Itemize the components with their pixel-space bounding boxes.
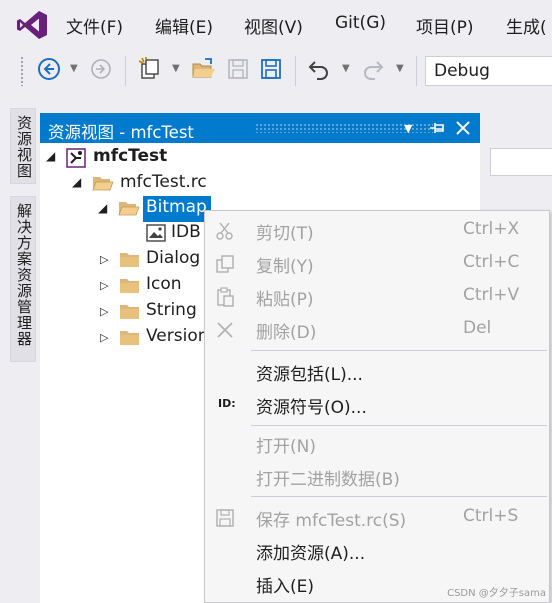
menu-item-cut[interactable]: 剪切(T) Ctrl+X <box>205 215 549 247</box>
expand-icon-folder-icon[interactable]: ▷ <box>100 279 108 292</box>
paste-icon <box>215 287 235 307</box>
menu-item-shortcut: Ctrl+S <box>463 506 519 526</box>
menu-item-label: 添加资源(A)... <box>256 544 366 564</box>
navigate-forward-icon[interactable] <box>88 56 114 82</box>
editor-tab[interactable] <box>490 148 552 176</box>
expand-string-icon[interactable]: ▷ <box>100 305 108 318</box>
redo-icon[interactable] <box>360 56 386 82</box>
bitmap-image-icon <box>146 223 166 243</box>
menu-item-open[interactable]: 打开(N) <box>205 428 549 460</box>
menu-item-label: 打开二进制数据(B) <box>256 470 400 490</box>
menu-item-label: 保存 mfcTest.rc(S) <box>256 511 407 531</box>
navigate-back-icon[interactable] <box>36 56 62 82</box>
id-icon: ID: <box>218 397 236 410</box>
new-dropdown-icon[interactable]: ▼ <box>172 63 180 74</box>
open-folder-icon <box>118 198 140 218</box>
context-menu: 剪切(T) Ctrl+X 复制(Y) Ctrl+C 粘贴(P) Ctrl+V 删… <box>204 210 550 603</box>
menu-item-shortcut: Del <box>463 318 492 338</box>
folder-icon <box>119 276 141 296</box>
menu-item-add-resource[interactable]: 添加资源(A)... <box>205 535 549 567</box>
expand-dialog-icon[interactable]: ▷ <box>100 253 108 266</box>
open-folder-icon <box>92 173 114 193</box>
menu-view[interactable]: 视图(V) <box>244 13 303 38</box>
menu-git[interactable]: Git(G) <box>335 13 386 33</box>
undo-icon[interactable] <box>306 56 332 82</box>
tree-folder-icon[interactable]: Icon <box>146 274 182 294</box>
resource-view-title-bar[interactable]: 资源视图 - mfcTest ▼ <box>40 113 480 143</box>
menu-item-resource-includes[interactable]: 资源包括(L)... <box>205 356 549 388</box>
menu-item-shortcut: Ctrl+X <box>463 219 520 239</box>
menu-item-save[interactable]: 保存 mfcTest.rc(S) Ctrl+S <box>205 502 549 534</box>
menu-item-label: 剪切(T) <box>256 224 314 244</box>
folder-icon <box>119 302 141 322</box>
collapse-root-icon[interactable]: ◢ <box>46 149 55 163</box>
menu-project[interactable]: 项目(P) <box>416 13 474 38</box>
menu-item-copy[interactable]: 复制(Y) Ctrl+C <box>205 248 549 280</box>
menu-item-shortcut: Ctrl+C <box>463 252 520 272</box>
menu-item-delete[interactable]: 删除(D) Del <box>205 314 549 346</box>
tree-root-label[interactable]: mfcTest <box>93 146 167 166</box>
project-icon <box>66 148 86 168</box>
menu-item-label: 打开(N) <box>256 437 316 457</box>
menu-item-shortcut: Ctrl+V <box>463 285 520 305</box>
toolbar-separator <box>416 56 417 86</box>
tree-bitmap-folder-selected[interactable]: Bitmap <box>143 196 211 222</box>
menu-item-label: 删除(D) <box>256 323 317 343</box>
save-icon <box>215 508 235 528</box>
save-all-icon[interactable] <box>258 56 284 82</box>
scissors-icon <box>215 221 235 241</box>
menu-item-paste[interactable]: 粘贴(P) Ctrl+V <box>205 281 549 313</box>
save-disabled-icon[interactable] <box>225 56 251 82</box>
panel-title: 资源视图 - mfcTest <box>48 123 194 142</box>
side-tab-resource-view[interactable]: 资源视图 <box>10 108 36 184</box>
menu-separator <box>251 425 547 426</box>
toolbar-separator <box>295 56 296 86</box>
toolbar-grip[interactable] <box>20 56 24 86</box>
folder-icon <box>119 328 141 348</box>
window-position-dropdown-icon[interactable]: ▼ <box>404 122 412 135</box>
menu-edit[interactable]: 编辑(E) <box>155 13 213 38</box>
new-project-icon[interactable] <box>137 56 163 82</box>
menu-item-label: 资源包括(L)... <box>256 365 363 385</box>
menu-file[interactable]: 文件(F) <box>66 13 123 38</box>
redo-dropdown-icon[interactable]: ▼ <box>396 63 404 74</box>
expand-version-icon[interactable]: ▷ <box>100 331 108 344</box>
menu-item-label: 复制(Y) <box>256 257 314 277</box>
menu-separator <box>251 350 547 351</box>
visual-studio-logo-icon[interactable] <box>16 10 48 40</box>
menu-build[interactable]: 生成( <box>506 13 547 38</box>
tree-rc-file-label[interactable]: mfcTest.rc <box>120 172 207 192</box>
tree-folder-string[interactable]: String <box>146 300 197 320</box>
menu-item-label: 插入(E) <box>256 577 315 597</box>
toolbar-separator <box>125 56 126 86</box>
back-dropdown-icon[interactable]: ▼ <box>70 63 78 74</box>
tree-folder-dialog[interactable]: Dialog <box>146 248 200 268</box>
collapse-rc-icon[interactable]: ◢ <box>72 175 81 189</box>
folder-icon <box>119 250 141 270</box>
side-tab-solution-explorer[interactable]: 解决方案资源管理器 <box>10 196 36 362</box>
copy-icon <box>215 254 235 274</box>
solution-configuration-select[interactable]: Debug <box>425 56 552 86</box>
tree-folder-version[interactable]: Version <box>146 326 209 346</box>
menu-separator <box>251 496 547 497</box>
menu-item-label: 粘贴(P) <box>256 290 314 310</box>
watermark: CSDN @夕夕子sama <box>447 588 546 599</box>
open-folder-icon[interactable] <box>191 56 217 82</box>
delete-x-icon <box>215 320 235 340</box>
tree-bitmap-item-label[interactable]: IDB <box>171 222 201 242</box>
collapse-bitmap-icon[interactable]: ◢ <box>98 201 107 215</box>
menu-item-resource-symbols[interactable]: ID: 资源符号(O)... <box>205 389 549 421</box>
undo-dropdown-icon[interactable]: ▼ <box>342 63 350 74</box>
close-icon[interactable] <box>454 119 472 137</box>
menu-bar: 文件(F) 编辑(E) 视图(V) Git(G) 项目(P) 生成( <box>0 0 552 48</box>
pin-icon[interactable] <box>428 119 446 137</box>
menu-item-open-binary-data[interactable]: 打开二进制数据(B) <box>205 461 549 493</box>
menu-item-label: 资源符号(O)... <box>256 398 367 418</box>
